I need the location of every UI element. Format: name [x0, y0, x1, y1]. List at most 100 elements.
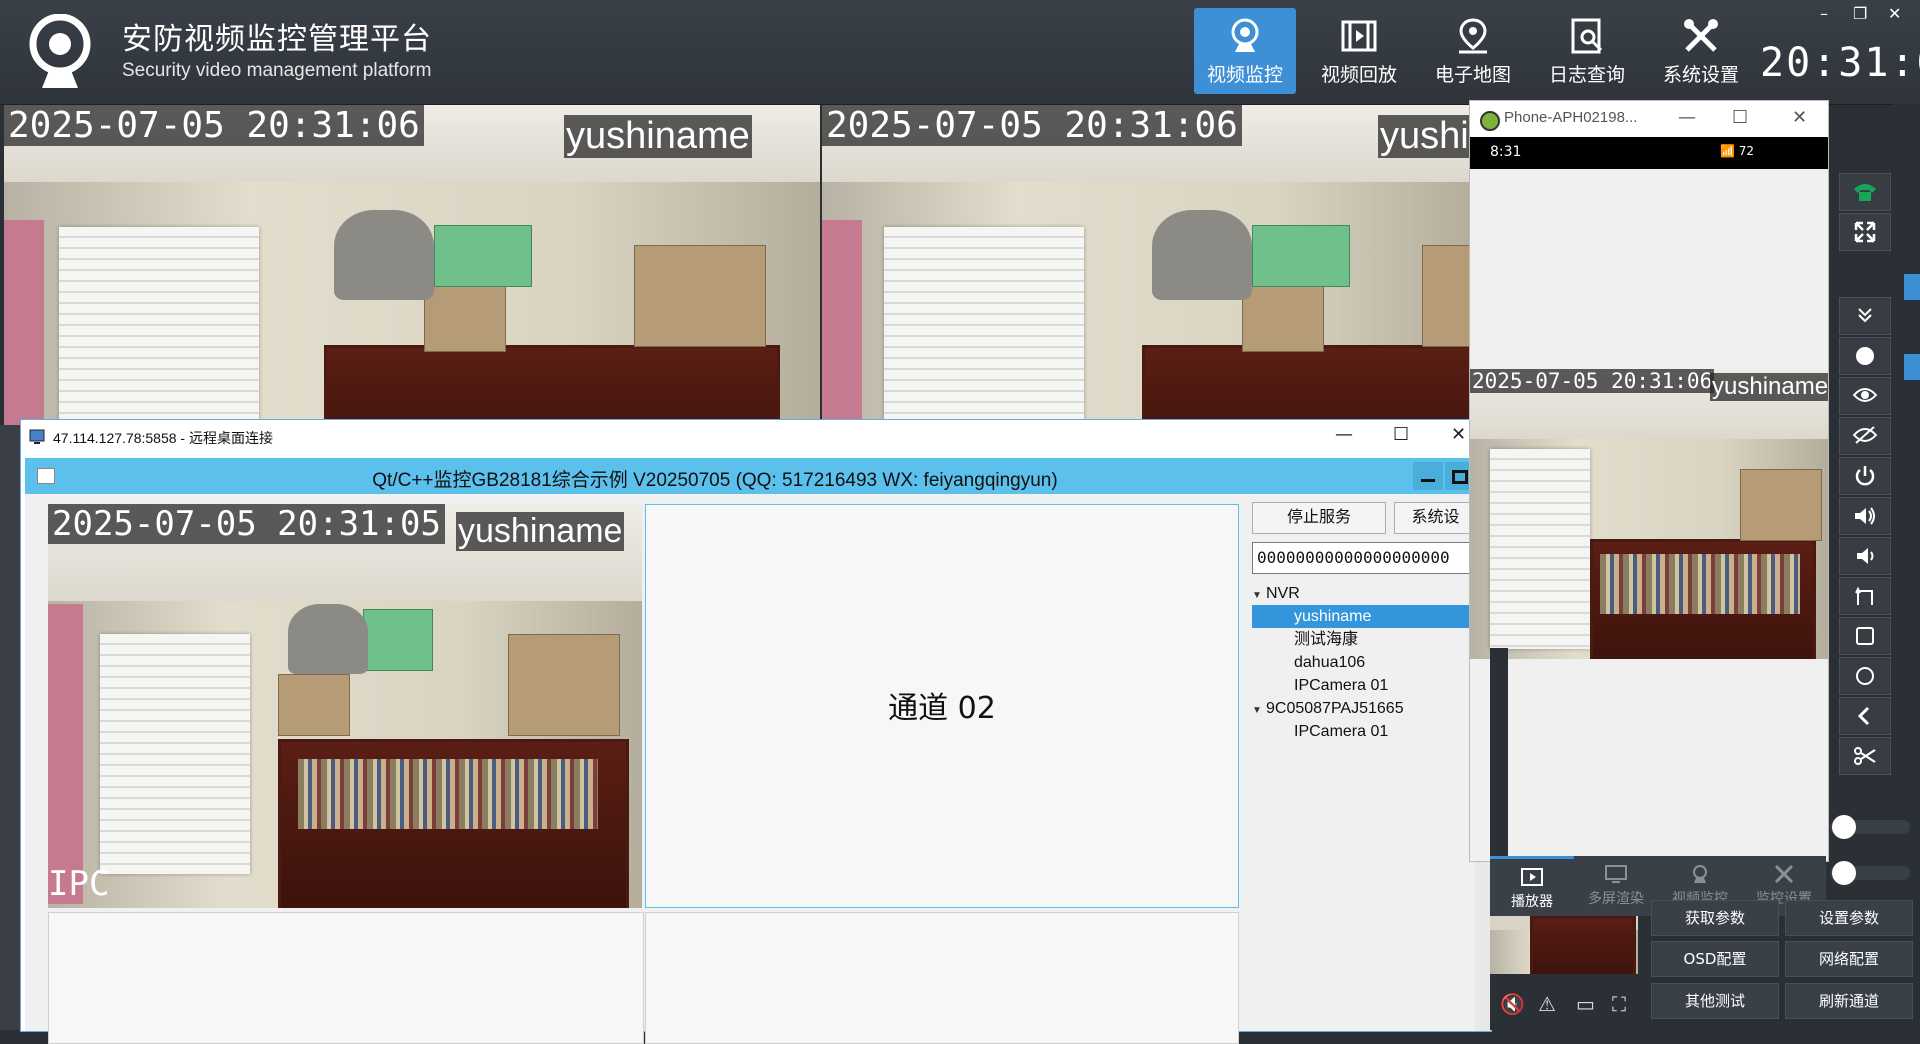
home-button[interactable] [1839, 657, 1891, 695]
call-button[interactable] [1839, 173, 1891, 211]
nav-electronic-map[interactable]: 电子地图 [1422, 8, 1524, 94]
rd-close-button[interactable]: ✕ [1451, 424, 1466, 445]
slider-thumb[interactable] [1832, 861, 1856, 885]
video-corner-label: IPC [48, 864, 110, 904]
circle-icon [1856, 347, 1874, 365]
monitor-icon [1605, 865, 1627, 883]
android-icon [1480, 111, 1500, 131]
set-params-button[interactable]: 设置参数 [1785, 900, 1913, 936]
double-chevron-down-icon [1858, 308, 1872, 323]
tree-node-channel[interactable]: 测试海康 [1252, 628, 1475, 651]
expand-icon [1854, 221, 1876, 243]
stop-service-button[interactable]: 停止服务 [1252, 502, 1386, 534]
film-icon [1341, 20, 1377, 52]
volume-down-button[interactable] [1839, 537, 1891, 575]
warning-icon[interactable]: ⚠ [1538, 992, 1556, 1016]
refresh-channel-button[interactable]: 刷新通道 [1785, 983, 1913, 1019]
phone-status-bar: 8:31 📶 72 [1470, 137, 1828, 169]
get-params-button[interactable]: 获取参数 [1651, 900, 1779, 936]
qt-minimize-button[interactable] [1413, 462, 1443, 490]
other-test-button[interactable]: 其他测试 [1651, 983, 1779, 1019]
screenshot-button[interactable] [1839, 737, 1891, 775]
video-window-1[interactable]: 2025-07-05 20:31:06 yushiname [4, 105, 820, 425]
phone-nav-multiscreen[interactable]: 多屏渲染 [1574, 856, 1658, 916]
nav-label: 视频监控 [1206, 64, 1283, 86]
video-cell-2[interactable]: 通道 02 [645, 504, 1239, 908]
restore-button[interactable]: ❐ [1853, 4, 1867, 23]
mute-icon[interactable]: 🔇 [1500, 992, 1525, 1016]
scroll-indicator [1904, 274, 1920, 300]
expand-arrow-icon[interactable]: ▼ [1252, 584, 1266, 607]
record-button[interactable] [1839, 337, 1891, 375]
device-id-input[interactable]: 00000000000000000000 [1252, 542, 1476, 574]
overview-button[interactable] [1839, 617, 1891, 655]
tree-node-channel[interactable]: yushiname [1252, 605, 1475, 628]
phone-thumbnail[interactable] [1490, 916, 1638, 974]
slider-track[interactable] [1830, 815, 1910, 839]
tree-node-nvr[interactable]: ▼ NVR [1252, 582, 1475, 605]
square-icon [1856, 627, 1874, 645]
back-chevron-icon [1857, 706, 1870, 726]
nav-label: 电子地图 [1434, 64, 1511, 86]
left-edge-strip [0, 425, 22, 1030]
video-name: yushi [1378, 115, 1471, 158]
rd-maximize-button[interactable]: ☐ [1393, 424, 1409, 445]
slider-track[interactable] [1830, 861, 1910, 885]
player-icon [1521, 868, 1543, 886]
show-button[interactable] [1839, 377, 1891, 415]
phone-video[interactable]: 2025-07-05 20:31:06 yushiname [1470, 369, 1828, 659]
top-bar: 安防视频监控管理平台 Security video management pla… [0, 0, 1920, 105]
phone-minimize-button[interactable]: — [1678, 107, 1696, 128]
video-cell-3[interactable] [48, 912, 644, 1044]
phone-mirror-window: Phone-APH02198... — ☐ ✕ 8:31 📶 72 2025-0… [1469, 100, 1829, 862]
video-window-2[interactable]: 2025-07-05 20:31:06 yushi [822, 105, 1472, 425]
screen-icon[interactable]: ▭ [1576, 992, 1595, 1016]
nav-log-query[interactable]: 日志查询 [1536, 8, 1638, 94]
qt-window-titlebar: Qt/C++监控GB28181综合示例 V20250705 (QQ: 51721… [25, 458, 1475, 494]
video-name: yushiname [564, 115, 752, 158]
phone-control-panel [1827, 160, 1893, 800]
camera-icon [1693, 865, 1707, 883]
close-button[interactable]: ✕ [1888, 4, 1901, 23]
phone-nav-player[interactable]: 播放器 [1490, 856, 1574, 919]
rotate-icon [1855, 586, 1873, 605]
tools-icon [1774, 864, 1794, 884]
nav-label: 日志查询 [1548, 64, 1625, 86]
qt-window-body: 2025-07-05 20:31:05 yushiname IPC 通道 02 … [25, 494, 1477, 1044]
power-button[interactable] [1839, 457, 1891, 495]
expand-arrow-icon[interactable]: ▼ [1252, 699, 1266, 722]
video-timestamp: 2025-07-05 20:31:06 [4, 105, 424, 146]
power-icon [1855, 466, 1875, 486]
phone-call-icon [1854, 184, 1876, 201]
tree-node-channel[interactable]: IPCamera 01 [1252, 720, 1475, 743]
video-cell-4[interactable] [645, 912, 1239, 1044]
osd-config-button[interactable]: OSD配置 [1651, 941, 1779, 977]
rotate-button[interactable] [1839, 577, 1891, 615]
video-cell-1[interactable]: 2025-07-05 20:31:05 yushiname IPC [48, 504, 642, 908]
fullscreen-icon[interactable]: ⛶ [1612, 992, 1626, 1016]
phone-title: Phone-APH02198... [1504, 109, 1638, 126]
tree-node-channel[interactable]: dahua106 [1252, 651, 1475, 674]
minimize-button[interactable]: – [1820, 4, 1828, 23]
rd-minimize-button[interactable]: — [1335, 424, 1353, 445]
nav-video-playback[interactable]: 视频回放 [1308, 8, 1410, 94]
collapse-button[interactable] [1839, 297, 1891, 335]
tree-node-channel[interactable]: IPCamera 01 [1252, 674, 1475, 697]
network-config-button[interactable]: 网络配置 [1785, 941, 1913, 977]
hide-button[interactable] [1839, 417, 1891, 455]
fullscreen-button[interactable] [1839, 213, 1891, 251]
phone-maximize-button[interactable]: ☐ [1732, 107, 1748, 128]
nav-video-monitor[interactable]: 视频监控 [1194, 8, 1296, 94]
remote-desktop-title: 47.114.127.78:5858 - 远程桌面连接 [53, 430, 273, 446]
slider-thumb[interactable] [1832, 815, 1856, 839]
right-edge-strip [1893, 104, 1920, 1030]
phone-close-button[interactable]: ✕ [1792, 107, 1807, 128]
tree-node-device[interactable]: ▼ 9C05087PAJ51665 [1252, 697, 1475, 720]
video-timestamp: 2025-07-05 20:31:06 [1470, 369, 1715, 393]
back-button[interactable] [1839, 697, 1891, 735]
eye-off-icon [1852, 426, 1878, 444]
nav-system-settings[interactable]: 系统设置 [1650, 8, 1752, 94]
volume-up-button[interactable] [1839, 497, 1891, 535]
system-settings-button[interactable]: 系统设 [1394, 502, 1477, 534]
channel-label: 通道 02 [888, 691, 996, 726]
